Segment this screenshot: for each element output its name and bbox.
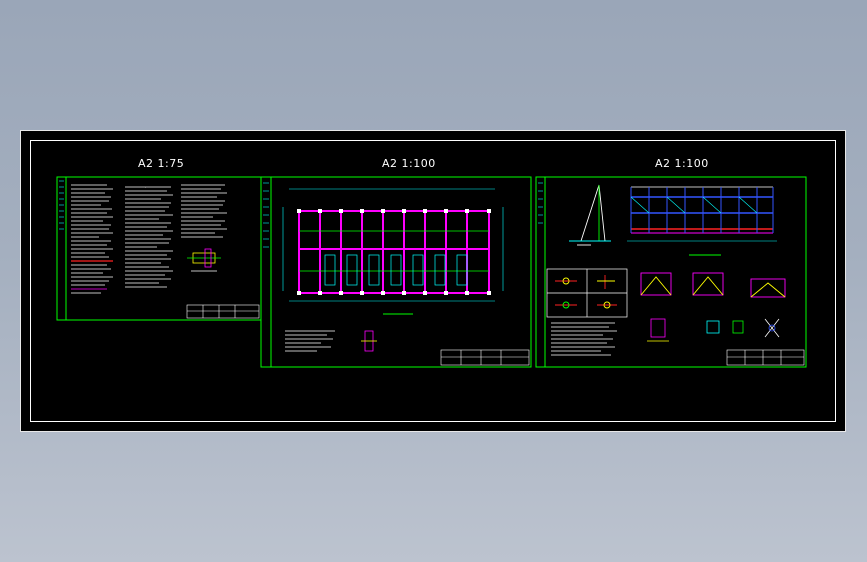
connection-details bbox=[546, 268, 628, 318]
sheet-1-detail bbox=[187, 248, 221, 272]
plan-section-detail bbox=[361, 330, 377, 352]
connection-detail-marks bbox=[555, 275, 617, 309]
sheet-3-margin-strip bbox=[538, 182, 543, 224]
sheet-2-title-block bbox=[440, 349, 530, 366]
sheet-1[interactable]: . bbox=[56, 176, 262, 321]
sheet-2[interactable] bbox=[260, 176, 532, 368]
bottom-details bbox=[647, 318, 780, 342]
sheet-3-notes bbox=[551, 322, 617, 356]
sheet-1-notes-col-2 bbox=[125, 186, 173, 288]
sheet-1-title-block bbox=[186, 304, 260, 319]
plan-notes bbox=[285, 330, 335, 352]
sheet-1-notes-col-3 bbox=[181, 184, 227, 238]
elevation-frame bbox=[627, 186, 777, 242]
plan-beams bbox=[299, 230, 489, 272]
sheet-2-margin-strip bbox=[263, 182, 269, 248]
sheet-1-notes-col-1 bbox=[71, 184, 113, 294]
sheet-3-title-block bbox=[726, 349, 805, 366]
plan-wall-grid bbox=[298, 210, 490, 294]
side-section bbox=[569, 184, 611, 246]
truss-details bbox=[640, 272, 786, 298]
plan-column-marks bbox=[297, 209, 491, 295]
sheet-3[interactable] bbox=[535, 176, 807, 368]
drawing-viewport[interactable]: A2 1:75 A2 1:100 A2 1:100 . bbox=[20, 130, 846, 432]
sheet-1-margin-strip bbox=[59, 180, 64, 230]
plan-dimension-lines bbox=[282, 188, 504, 302]
cad-drawing-canvas: . bbox=[56, 176, 807, 368]
